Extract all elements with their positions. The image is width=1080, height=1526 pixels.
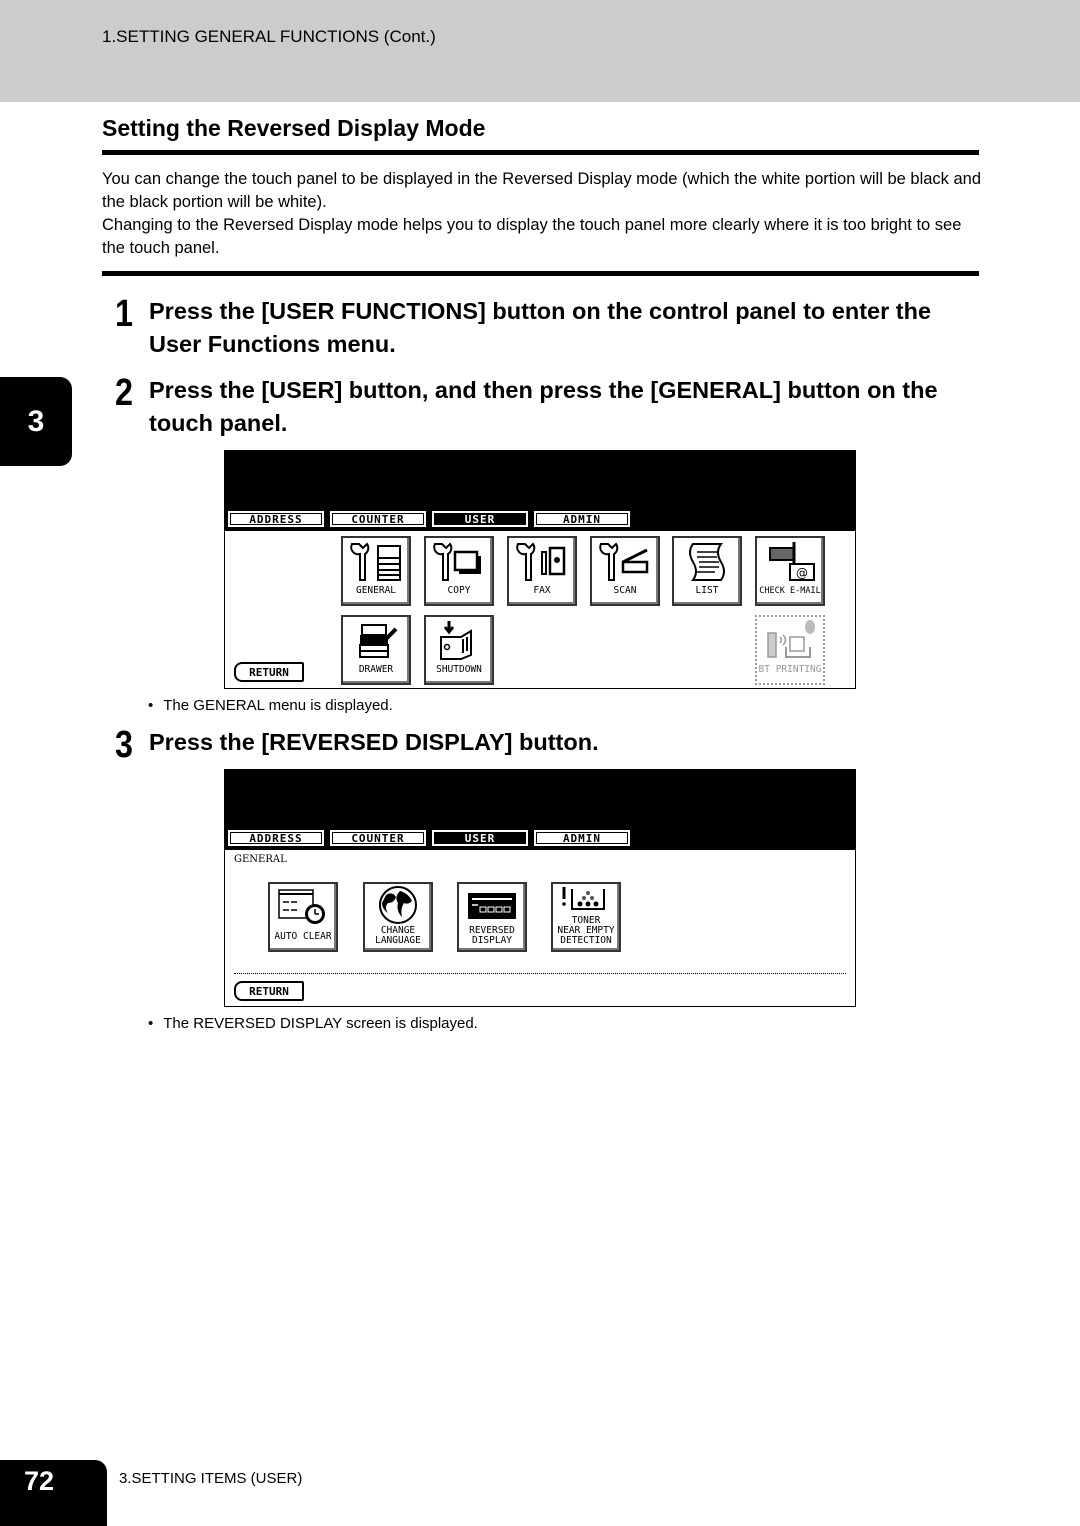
copy-button[interactable]: COPY [424,536,494,606]
intro-text: You can change the touch panel to be dis… [102,168,982,260]
button-label: AUTO CLEAR [274,931,332,942]
toner-icon [556,884,616,916]
button-label: DRAWER [358,664,394,675]
tab-counter[interactable]: COUNTER [329,829,427,847]
chapter-tab: 3 [0,377,72,466]
panel-tabs: ADDRESS COUNTER USER ADMIN [227,829,631,847]
button-label: BT PRINTING [758,664,822,675]
panel-tabs: ADDRESS COUNTER USER ADMIN [227,510,631,528]
scan-button[interactable]: SCAN [590,536,660,606]
reversed-display-button[interactable]: REVERSED DISPLAY [457,882,527,952]
wrench-fax-icon [512,538,572,586]
intro-paragraph: You can change the touch panel to be dis… [102,170,982,211]
drawer-button[interactable]: DRAWER [341,615,411,685]
panel-divider [234,973,846,974]
change-language-button[interactable]: CHANGE LANGUAGE [363,882,433,952]
auto-clear-button[interactable]: AUTO CLEAR [268,882,338,952]
step-3: 3 Press the [REVERSED DISPLAY] button. [115,726,979,764]
tab-admin[interactable]: ADMIN [533,829,631,847]
display-panel-icon [462,884,522,926]
copier-drawer-icon [346,617,406,665]
section-title: Setting the Reversed Display Mode [102,115,486,141]
intro-paragraph: Changing to the Reversed Display mode he… [102,216,962,257]
step-text: Press the [USER FUNCTIONS] button on the… [149,298,932,357]
bt-printing-button[interactable]: BT PRINTING [755,615,825,685]
button-label: SHUTDOWN [436,664,482,675]
button-label: REVERSED DISPLAY [469,925,515,946]
globe-icon [376,884,420,926]
general-button[interactable]: GENERAL [341,536,411,606]
step-number: 2 [115,372,133,414]
step-3-note: • The REVERSED DISPLAY screen is displaye… [148,1015,478,1032]
svg-text:@: @ [796,566,808,580]
mailbox-icon: @ [760,538,820,586]
shutdown-button[interactable]: SHUTDOWN [424,615,494,685]
page-number: 72 [24,1466,55,1496]
toner-near-empty-detection-button[interactable]: TONER NEAR EMPTY DETECTION [551,882,621,952]
touch-panel-user-menu: ADDRESS COUNTER USER ADMIN GENERAL COPY … [224,450,856,689]
running-title: 1.SETTING GENERAL FUNCTIONS (Cont.) [102,27,436,46]
step-2: 2 Press the [USER] button, and then pres… [115,374,979,440]
intro-rule [102,271,979,276]
wrench-copy-icon [429,538,489,586]
step-number: 1 [115,293,133,335]
button-label: CHANGE LANGUAGE [375,925,421,946]
tab-admin[interactable]: ADMIN [533,510,631,528]
screen-label: GENERAL [234,854,287,865]
check-email-button[interactable]: @ CHECK E-MAIL [755,536,825,606]
return-button[interactable]: RETURN [234,981,304,1001]
note-text: The GENERAL menu is displayed. [163,697,393,714]
fax-button[interactable]: FAX [507,536,577,606]
step-2-note: • The GENERAL menu is displayed. [148,697,393,714]
note-text: The REVERSED DISPLAY screen is displayed… [163,1015,478,1032]
button-label: TONER NEAR EMPTY DETECTION [557,915,615,946]
return-button[interactable]: RETURN [234,662,304,682]
button-label: FAX [533,585,551,596]
button-label: GENERAL [355,585,397,596]
touch-panel-general-menu: ADDRESS COUNTER USER ADMIN GENERAL AUTO … [224,769,856,1007]
step-1: 1 Press the [USER FUNCTIONS] button on t… [115,295,979,361]
list-scroll-icon [677,538,737,586]
timer-icon [273,884,333,932]
button-label: LIST [695,585,719,596]
tab-counter[interactable]: COUNTER [329,510,427,528]
wrench-copier-icon [346,538,406,586]
list-button[interactable]: LIST [672,536,742,606]
button-label: CHECK E-MAIL [759,586,821,596]
bluetooth-printing-icon [760,617,820,665]
tab-user[interactable]: USER [431,829,529,847]
footer-section: 3.SETTING ITEMS (USER) [119,1470,303,1487]
title-rule [102,150,979,155]
header-band [0,0,1080,102]
wrench-scan-icon [595,538,655,586]
step-number: 3 [115,724,133,766]
step-text: Press the [REVERSED DISPLAY] button. [149,729,599,755]
tab-user[interactable]: USER [431,510,529,528]
power-switch-icon [429,617,489,665]
tab-address[interactable]: ADDRESS [227,510,325,528]
button-label: SCAN [613,585,637,596]
step-text: Press the [USER] button, and then press … [149,377,938,436]
button-label: COPY [447,585,471,596]
tab-address[interactable]: ADDRESS [227,829,325,847]
